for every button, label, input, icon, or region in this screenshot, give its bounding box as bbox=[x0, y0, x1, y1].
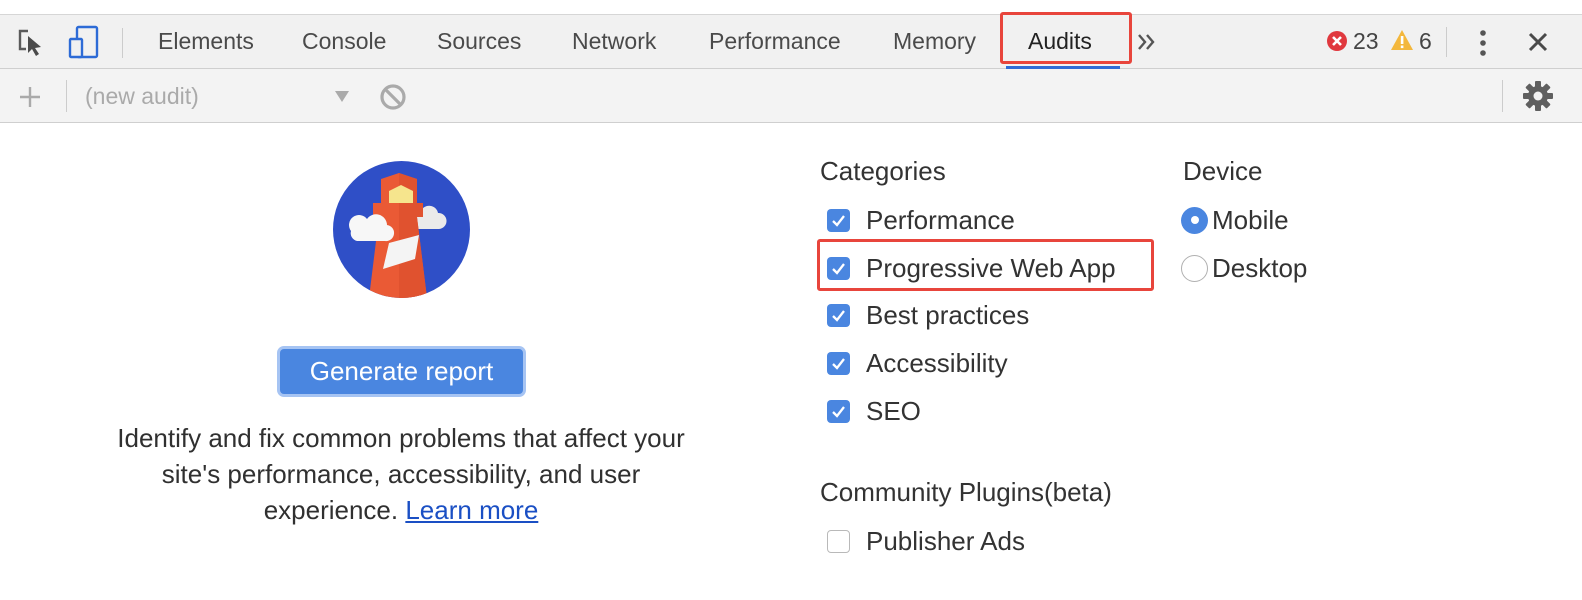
audit-description: Identify and fix common problems that af… bbox=[100, 420, 702, 528]
warning-icon[interactable] bbox=[1390, 29, 1414, 51]
error-count[interactable]: 23 bbox=[1353, 14, 1379, 69]
category-label: Accessibility bbox=[866, 347, 1008, 378]
inspect-element-icon[interactable] bbox=[16, 27, 46, 57]
category-seo[interactable]: SEO bbox=[827, 391, 921, 431]
tab-memory[interactable]: Memory bbox=[893, 14, 976, 69]
clear-block-icon[interactable] bbox=[379, 83, 407, 111]
tab-network[interactable]: Network bbox=[572, 14, 656, 69]
window-top-strip bbox=[0, 0, 1582, 14]
error-icon[interactable] bbox=[1326, 30, 1348, 52]
toolbar-divider bbox=[66, 80, 67, 112]
category-label: Progressive Web App bbox=[866, 252, 1116, 283]
status-divider bbox=[1446, 27, 1447, 57]
device-heading: Device bbox=[1183, 156, 1263, 186]
tab-console[interactable]: Console bbox=[302, 14, 386, 69]
category-label: SEO bbox=[866, 395, 921, 426]
audit-select-value: (new audit) bbox=[85, 83, 199, 109]
device-label: Desktop bbox=[1212, 252, 1308, 283]
tab-audits[interactable]: Audits bbox=[1028, 14, 1092, 69]
generate-report-button[interactable]: Generate report bbox=[277, 346, 526, 397]
learn-more-link[interactable]: Learn more bbox=[405, 495, 538, 525]
settings-gear-icon[interactable] bbox=[1522, 80, 1554, 112]
category-best-practices[interactable]: Best practices bbox=[827, 295, 1029, 335]
more-tabs-chevron-icon[interactable] bbox=[1136, 32, 1158, 52]
category-pwa[interactable]: Progressive Web App bbox=[827, 248, 1116, 288]
close-icon[interactable] bbox=[1527, 31, 1549, 53]
more-options-icon[interactable] bbox=[1474, 28, 1492, 58]
plugin-label: Publisher Ads bbox=[866, 525, 1025, 556]
device-label: Mobile bbox=[1212, 204, 1289, 235]
plugins-heading: Community Plugins(beta) bbox=[820, 477, 1112, 507]
toolbar-right-divider bbox=[1502, 80, 1503, 112]
device-toolbar-icon[interactable] bbox=[68, 25, 100, 59]
plugin-publisher-ads[interactable]: Publisher Ads bbox=[827, 521, 1025, 561]
tab-sources[interactable]: Sources bbox=[437, 14, 521, 69]
audit-select[interactable]: (new audit) bbox=[85, 69, 355, 123]
lighthouse-logo-icon bbox=[333, 161, 470, 298]
checkbox-checked-icon[interactable] bbox=[827, 256, 850, 280]
categories-heading: Categories bbox=[820, 156, 946, 186]
category-accessibility[interactable]: Accessibility bbox=[827, 343, 1008, 383]
radio-selected-icon[interactable] bbox=[1181, 206, 1208, 234]
device-mobile[interactable]: Mobile bbox=[1181, 200, 1289, 240]
radio-unselected-icon[interactable] bbox=[1181, 254, 1208, 282]
tab-performance[interactable]: Performance bbox=[709, 14, 841, 69]
checkbox-checked-icon[interactable] bbox=[827, 303, 850, 327]
category-performance[interactable]: Performance bbox=[827, 200, 1015, 240]
checkbox-checked-icon[interactable] bbox=[827, 208, 850, 232]
checkbox-checked-icon[interactable] bbox=[827, 351, 850, 375]
tab-elements[interactable]: Elements bbox=[158, 14, 254, 69]
category-label: Performance bbox=[866, 204, 1015, 235]
checkbox-checked-icon[interactable] bbox=[827, 399, 850, 423]
warning-count[interactable]: 6 bbox=[1419, 14, 1432, 69]
tabbar-divider bbox=[122, 28, 123, 58]
add-audit-icon[interactable] bbox=[18, 85, 42, 109]
device-desktop[interactable]: Desktop bbox=[1181, 248, 1307, 288]
dropdown-arrow-icon[interactable] bbox=[334, 89, 350, 103]
checkbox-unchecked-icon[interactable] bbox=[827, 529, 850, 553]
description-text: Identify and fix common problems that af… bbox=[117, 423, 685, 525]
category-label: Best practices bbox=[866, 299, 1030, 330]
